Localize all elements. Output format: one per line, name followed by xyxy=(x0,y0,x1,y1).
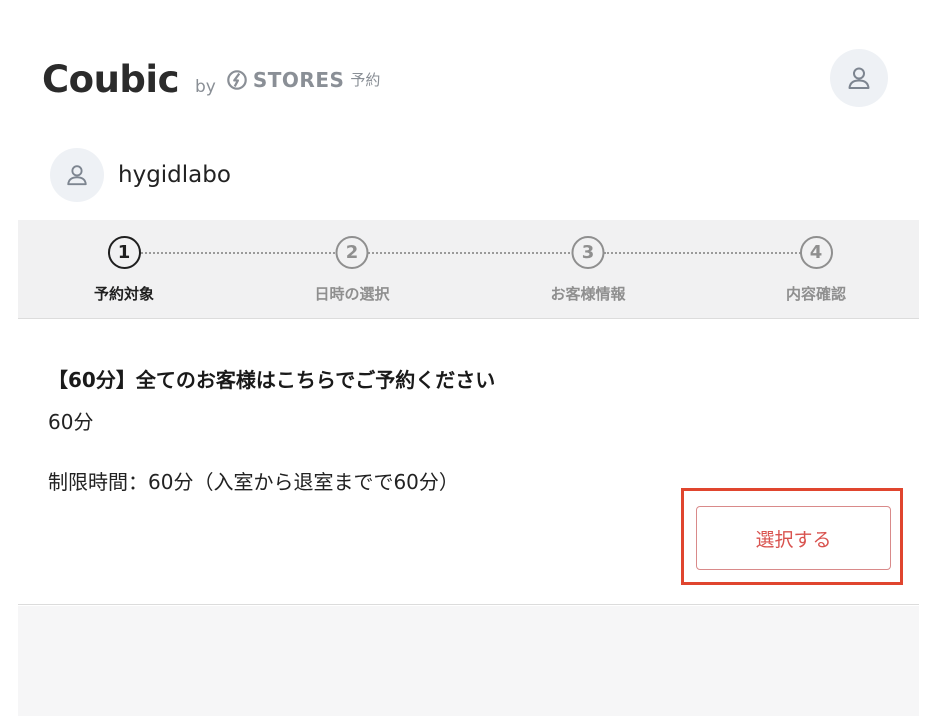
progress-steps: 1 予約対象 2 日時の選択 3 お客様情報 4 内容確認 xyxy=(18,220,919,319)
header: Coubic by STORES 予約 xyxy=(0,0,944,140)
step-number: 3 xyxy=(571,236,605,269)
menu-title: 【60分】全てのお客様はこちらでご予約ください xyxy=(48,368,496,392)
step-label: 日時の選択 xyxy=(314,285,390,303)
menu-duration: 60分 xyxy=(48,410,94,434)
stores-wordmark: STORES xyxy=(252,67,345,92)
coubic-logo[interactable]: Coubic by STORES 予約 xyxy=(42,58,380,101)
shop-avatar xyxy=(50,148,104,202)
select-button[interactable]: 選択する xyxy=(696,506,891,570)
step-number: 4 xyxy=(799,236,833,269)
logo-wordmark: Coubic xyxy=(42,58,180,101)
shop-header: hygidlabo xyxy=(50,148,231,202)
step-1: 1 予約対象 xyxy=(94,236,154,304)
step-2: 2 日時の選択 xyxy=(314,236,390,304)
stores-suffix: 予約 xyxy=(350,71,381,89)
logo-by-text: by xyxy=(195,77,216,97)
step-label: 内容確認 xyxy=(785,285,847,303)
step-4: 4 内容確認 xyxy=(786,236,846,304)
account-button[interactable] xyxy=(830,49,888,107)
step-number: 2 xyxy=(335,236,369,269)
shop-name[interactable]: hygidlabo xyxy=(118,162,231,188)
stores-brand: STORES 予約 xyxy=(226,67,381,92)
page-background-area xyxy=(18,606,919,716)
step-label: 予約対象 xyxy=(93,285,155,303)
menu-time-limit: 制限時間：60分（入室から退室までで60分） xyxy=(48,470,459,494)
step-number: 1 xyxy=(107,236,141,269)
step-label: お客様情報 xyxy=(550,285,626,303)
step-3: 3 お客様情報 xyxy=(550,236,626,304)
user-icon xyxy=(848,67,870,89)
stores-logo-icon xyxy=(227,69,247,90)
menu-card: 【60分】全てのお客様はこちらでご予約ください 60分 制限時間：60分（入室か… xyxy=(18,320,919,605)
user-icon xyxy=(67,165,87,186)
